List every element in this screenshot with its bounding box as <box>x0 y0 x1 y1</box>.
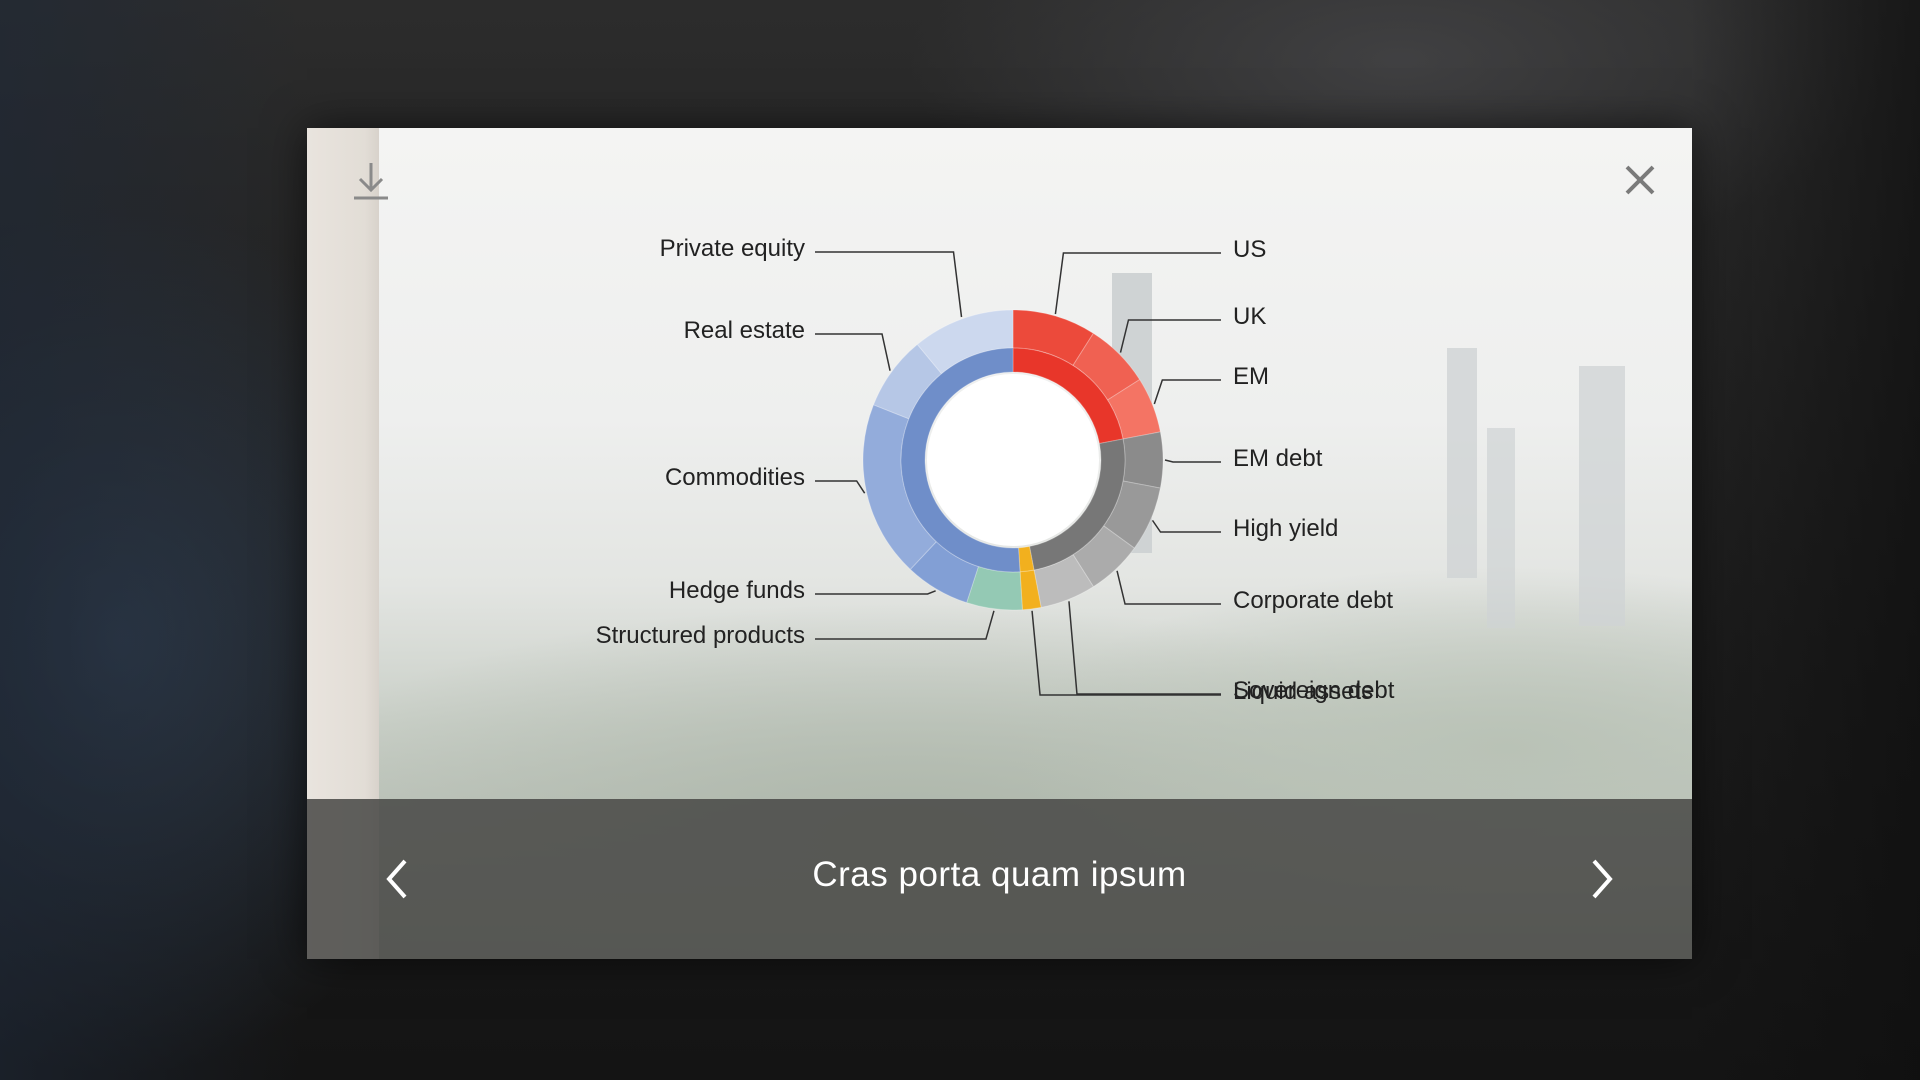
leader-line <box>1068 601 1221 695</box>
slice-label: Real estate <box>684 317 805 344</box>
download-icon[interactable] <box>351 160 391 204</box>
leader-line <box>1164 459 1221 463</box>
background-blur-left <box>0 0 300 1080</box>
slide-caption: Cras porta quam ipsum <box>812 855 1187 894</box>
leader-line <box>1054 252 1221 315</box>
leader-line <box>1031 610 1221 696</box>
chevron-right-icon[interactable] <box>1582 855 1622 903</box>
leader-line <box>815 251 963 318</box>
slice-label: Commodities <box>665 464 805 491</box>
leader-line <box>815 333 891 371</box>
slice-label: Hedge funds <box>669 577 805 604</box>
leader-line <box>1153 379 1221 405</box>
background-blur-right <box>1690 0 1920 1080</box>
slice-label: Private equity <box>660 235 805 262</box>
leader-line <box>815 480 866 494</box>
outer-slice-em-debt <box>1122 431 1164 489</box>
slice-label: Corporate debt <box>1233 587 1393 614</box>
slice-label: Liquid assets <box>1233 678 1373 705</box>
slice-label: UK <box>1233 303 1266 330</box>
slice-label: Structured products <box>596 622 805 649</box>
leader-line <box>815 590 936 595</box>
leader-line <box>1151 519 1221 533</box>
chart-modal: US UK EM EM debt High yield Corporate debt Sov… <box>307 128 1692 959</box>
close-icon[interactable] <box>1624 164 1656 196</box>
leader-line <box>1116 570 1221 605</box>
caption-bar: Cras porta quam ipsum <box>307 799 1692 959</box>
slice-label: US <box>1233 236 1266 263</box>
leader-line <box>815 610 995 640</box>
leader-line <box>1119 319 1221 353</box>
slice-label: EM debt <box>1233 445 1323 472</box>
slice-label: EM <box>1233 363 1269 390</box>
slice-label: High yield <box>1233 515 1338 542</box>
donut-hole <box>927 374 1099 546</box>
